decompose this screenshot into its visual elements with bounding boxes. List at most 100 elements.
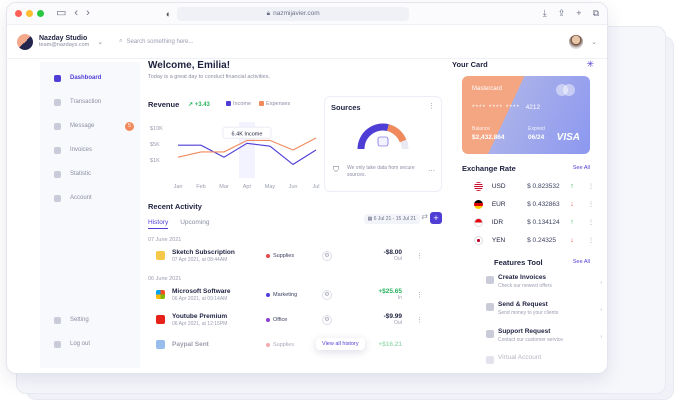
maximize-window-button[interactable] bbox=[37, 10, 44, 17]
view-all-history-button[interactable]: View all history bbox=[316, 338, 365, 350]
back-icon[interactable]: ‹ bbox=[74, 8, 78, 19]
close-window-button[interactable] bbox=[15, 10, 22, 17]
feature-title: Create Invoices bbox=[498, 274, 547, 281]
recent-activity-title: Recent Activity bbox=[148, 202, 202, 211]
lock-icon: 🔒︎ bbox=[266, 9, 271, 17]
exchange-row[interactable]: YEN $ 0.24325 ↓ ⋮ bbox=[474, 232, 594, 248]
page-subtitle: Today is a great day to conduct financia… bbox=[148, 74, 270, 80]
dismiss-icon[interactable]: ⋯ bbox=[428, 167, 435, 175]
feature-title: Virtual Account bbox=[498, 354, 542, 361]
transaction-amount: +$25.65 bbox=[378, 288, 402, 295]
new-tab-icon[interactable]: + bbox=[576, 8, 581, 19]
exchange-row[interactable]: USD $ 0.823532 ↑ ⋮ bbox=[474, 178, 594, 194]
table-row[interactable]: Paypal Sent Supplies +$16.21 bbox=[148, 332, 448, 357]
tabs-overview-icon[interactable]: ⧉ bbox=[593, 8, 599, 19]
share-icon[interactable]: ⇪ bbox=[558, 8, 566, 19]
minimize-window-button[interactable] bbox=[26, 10, 33, 17]
x-tick-label: Jul bbox=[312, 184, 319, 190]
add-transaction-button[interactable]: + bbox=[430, 212, 442, 224]
sidebar-item-message[interactable]: Message 5 bbox=[40, 114, 140, 138]
revenue-panel: Revenue ↗ +3.43 Income Expenses $10K $5K $… bbox=[148, 100, 320, 196]
sidebar-toggle-icon[interactable]: ▭ bbox=[56, 8, 66, 19]
table-row[interactable]: Microsoft Software 06 Apr 2021, at 09:14A… bbox=[148, 282, 448, 307]
credit-card[interactable]: Mastercard **** **** **** 4212 Balance $… bbox=[462, 76, 590, 154]
category-label: Supplies bbox=[273, 252, 295, 259]
transaction-name: Microsoft Software bbox=[172, 287, 231, 295]
sidebar-item-logout[interactable]: Log out bbox=[40, 332, 140, 356]
workspace-switcher[interactable]: Nazday Studio team@nazdays.com bbox=[39, 35, 89, 49]
more-options-icon[interactable]: ⋮ bbox=[588, 219, 594, 226]
dashboard-icon bbox=[54, 74, 61, 82]
transaction-direction: In bbox=[397, 295, 402, 301]
feature-title: Send & Request bbox=[498, 301, 548, 308]
x-tick-label: May bbox=[265, 184, 276, 190]
tab-upcoming[interactable]: Upcoming bbox=[180, 219, 209, 229]
sidebar-item-account[interactable]: Account bbox=[40, 186, 140, 210]
us-flag-icon bbox=[474, 181, 483, 191]
table-row[interactable]: Youtube Premium 06 Apr 2021, at 12:15PM O… bbox=[148, 307, 448, 332]
avatar[interactable] bbox=[569, 34, 584, 49]
address-bar[interactable]: 🔒︎ nazmijavier.com bbox=[177, 6, 410, 21]
chart-legend: Income Expenses bbox=[226, 101, 290, 107]
more-options-icon[interactable]: ⋮ bbox=[588, 237, 594, 244]
filter-icon[interactable]: ⇄ bbox=[421, 212, 428, 221]
chevron-right-icon: › bbox=[600, 280, 602, 286]
feature-desc: Contact our customer service bbox=[498, 337, 564, 343]
calendar-icon: ▦ bbox=[367, 216, 373, 222]
more-options-icon[interactable]: ⋮ bbox=[428, 102, 435, 110]
more-options-icon[interactable]: ⋮ bbox=[416, 252, 423, 260]
date-range-picker[interactable]: ▦ 6 Jul 21 - 15 Jul 21 bbox=[363, 214, 420, 224]
trend-up-icon: ↑ bbox=[570, 218, 574, 226]
category-label: Office bbox=[273, 316, 288, 323]
features-see-all-link[interactable]: See All bbox=[573, 259, 590, 265]
settings-icon[interactable]: ⚙ bbox=[322, 250, 332, 261]
germany-flag-icon bbox=[474, 199, 483, 209]
forward-icon[interactable]: › bbox=[86, 8, 90, 19]
exchange-row[interactable]: EUR $ 0.432863 ↓ ⋮ bbox=[474, 196, 594, 212]
sidebar-item-dashboard[interactable]: Dashboard bbox=[40, 66, 140, 90]
x-tick-label: Jan bbox=[174, 184, 183, 190]
logout-icon bbox=[54, 340, 61, 348]
feature-item-support-request[interactable]: Support Request Contact our customer ser… bbox=[486, 328, 602, 352]
exchange-row[interactable]: IDR $ 0.134124 ↑ ⋮ bbox=[474, 214, 594, 230]
trend-up-icon: ↗ bbox=[188, 102, 194, 108]
category-label: Marketing bbox=[273, 291, 298, 298]
sidebar-item-label: Transaction bbox=[70, 99, 102, 105]
chart-tooltip: 6.4K Income bbox=[222, 126, 272, 139]
profile-chevron-down-icon[interactable]: ⌄ bbox=[591, 38, 597, 46]
transaction-direction: Out bbox=[393, 320, 402, 326]
more-options-icon[interactable]: ⋮ bbox=[588, 201, 594, 208]
sidebar-item-setting[interactable]: Setting bbox=[40, 308, 140, 332]
revenue-change-value: +3.43 bbox=[194, 102, 210, 108]
sidebar-item-statistic[interactable]: Statistic bbox=[40, 162, 140, 186]
card-settings-icon[interactable]: ✳ bbox=[586, 59, 594, 70]
search-bar[interactable]: ⌕ Search something here... bbox=[119, 38, 193, 45]
settings-icon[interactable]: ⚙ bbox=[322, 289, 332, 300]
category-tag: Marketing bbox=[266, 292, 297, 298]
feature-item-send-request[interactable]: Send & Request Send money to your client… bbox=[486, 301, 602, 325]
your-card-title: Your Card bbox=[452, 60, 488, 69]
studio-name: Nazday Studio bbox=[39, 34, 88, 42]
legend-expenses-label: Expenses bbox=[266, 101, 291, 107]
currency-rate: $ 0.134124 bbox=[527, 218, 560, 226]
transaction-amount: -$8.00 bbox=[383, 249, 402, 256]
transaction-time: 06 Apr 2021, at 09:14AM bbox=[172, 295, 228, 302]
table-row[interactable]: Sketch Subscription 07 Apr 2021, at 08:44… bbox=[148, 243, 448, 268]
currency-rate: $ 0.24325 bbox=[527, 236, 557, 244]
privacy-shield-icon[interactable]: ◐ bbox=[166, 9, 171, 19]
settings-icon[interactable]: ⚙ bbox=[322, 314, 332, 325]
exchange-see-all-link[interactable]: See All bbox=[573, 165, 590, 171]
sidebar-item-invoices[interactable]: Invoices bbox=[40, 138, 140, 162]
more-options-icon[interactable]: ⋮ bbox=[416, 316, 423, 324]
download-icon[interactable]: ⤓ bbox=[543, 8, 547, 19]
chevron-down-icon[interactable]: ⌄ bbox=[97, 38, 103, 46]
legend-income-label: Income bbox=[233, 101, 252, 107]
tab-history[interactable]: History bbox=[148, 219, 169, 229]
sidebar-item-transaction[interactable]: Transaction bbox=[40, 90, 140, 114]
sidebar-item-label: Message bbox=[70, 123, 95, 129]
more-options-icon[interactable]: ⋮ bbox=[416, 291, 423, 299]
statistic-icon bbox=[54, 170, 61, 178]
feature-item-virtual-account[interactable]: Virtual Account bbox=[486, 354, 598, 378]
feature-item-create-invoices[interactable]: Create Invoices Check our newest offers … bbox=[486, 274, 602, 298]
more-options-icon[interactable]: ⋮ bbox=[588, 183, 594, 190]
